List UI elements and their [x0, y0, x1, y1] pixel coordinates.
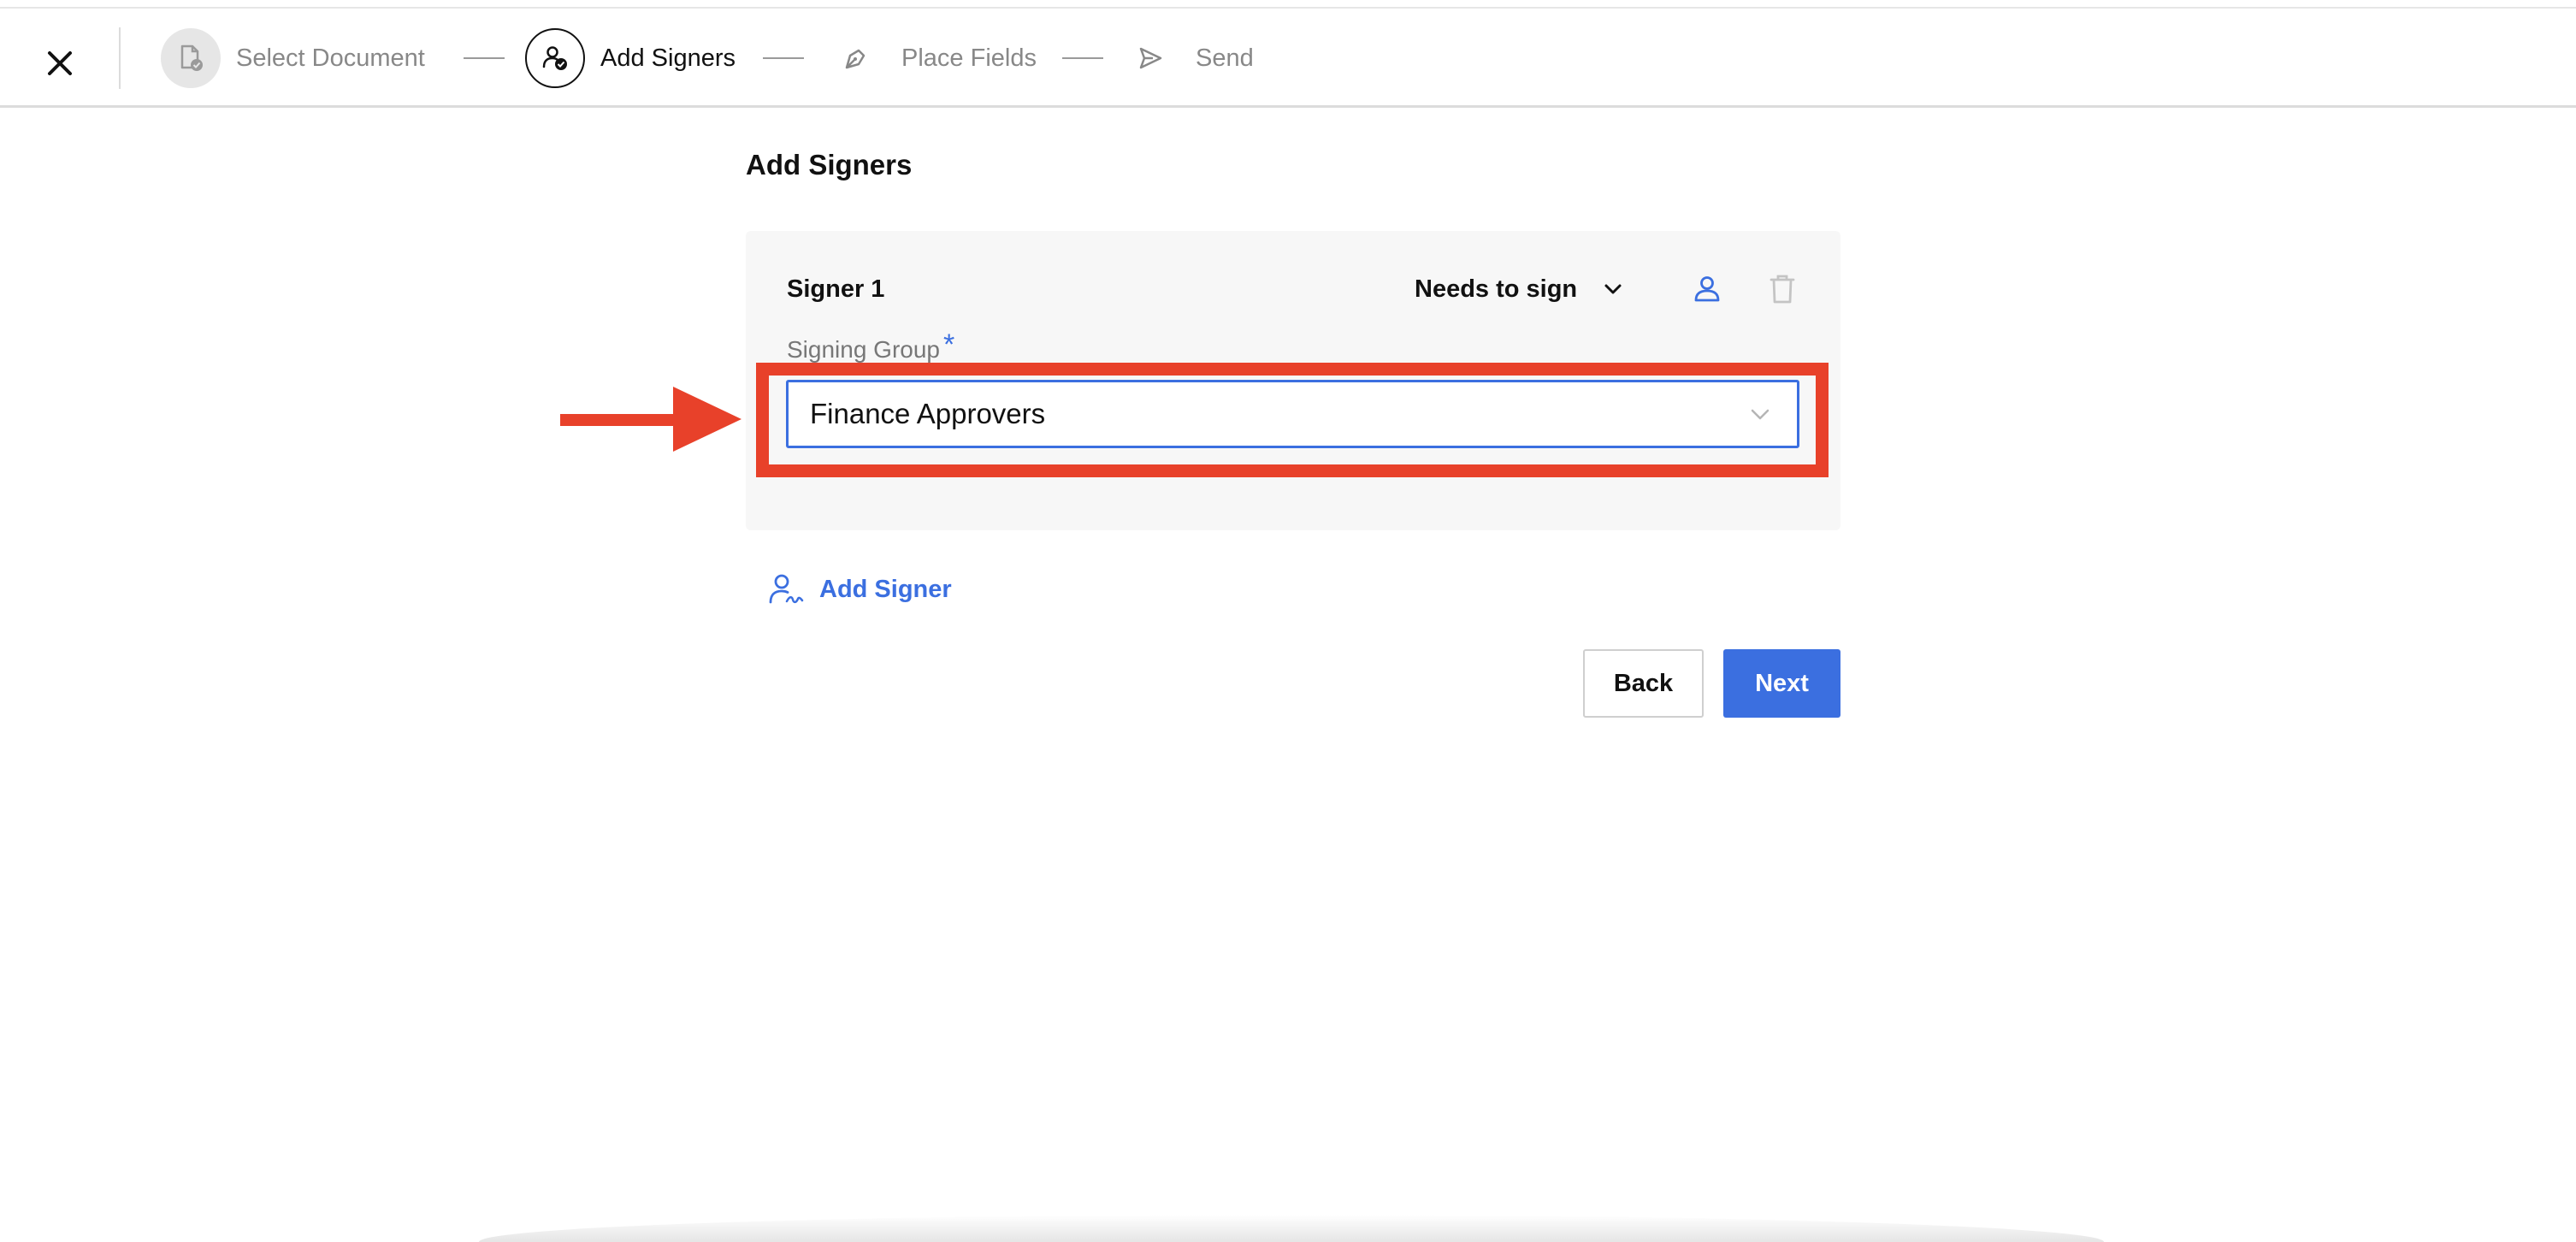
step-separator [763, 57, 804, 59]
chevron-down-icon [1603, 279, 1623, 299]
signer-role-label: Needs to sign [1415, 275, 1578, 303]
signer-contact-button[interactable] [1687, 269, 1728, 310]
signing-group-value: Finance Approvers [810, 398, 1046, 429]
trash-icon [1770, 275, 1795, 304]
user-check-icon [525, 28, 585, 88]
add-signer-button[interactable]: Add Signer [768, 568, 952, 611]
annotation-arrow-icon [560, 387, 741, 452]
delete-signer-button[interactable] [1762, 269, 1803, 310]
wizard-header: Select Document Add Signers Place Fields [0, 9, 2576, 108]
signer-title: Signer 1 [787, 275, 885, 303]
add-signer-label: Add Signer [819, 575, 952, 603]
next-button[interactable]: Next [1723, 649, 1840, 718]
step-label: Select Document [236, 44, 425, 72]
header-divider [119, 27, 121, 89]
window-top-edge [0, 0, 2576, 9]
step-separator [464, 57, 505, 59]
close-button[interactable] [34, 38, 86, 89]
step-select-document[interactable]: Select Document [161, 27, 425, 89]
signer-role-dropdown[interactable]: Needs to sign [1415, 265, 1623, 313]
signing-group-label-text: Signing Group [787, 336, 941, 363]
step-label: Add Signers [600, 44, 736, 72]
signing-group-select[interactable]: Finance Approvers [786, 380, 1799, 448]
page-title: Add Signers [746, 149, 913, 180]
step-send[interactable]: Send [1120, 27, 1254, 89]
chevron-down-icon [1749, 403, 1771, 425]
close-icon [48, 51, 72, 75]
signing-group-label: Signing Group * [787, 328, 954, 365]
add-user-signature-icon [769, 574, 804, 604]
send-icon [1120, 28, 1180, 88]
step-label: Place Fields [901, 44, 1037, 72]
person-icon [1694, 276, 1720, 302]
step-place-fields[interactable]: Place Fields [826, 27, 1037, 89]
step-add-signers[interactable]: Add Signers [525, 27, 736, 89]
step-label: Send [1196, 44, 1254, 72]
step-separator [1062, 57, 1103, 59]
back-button[interactable]: Back [1583, 649, 1704, 718]
required-mark: * [943, 328, 955, 361]
window-bottom-shadow [479, 1215, 2104, 1242]
document-check-icon [161, 28, 221, 88]
pen-nib-icon [826, 28, 886, 88]
